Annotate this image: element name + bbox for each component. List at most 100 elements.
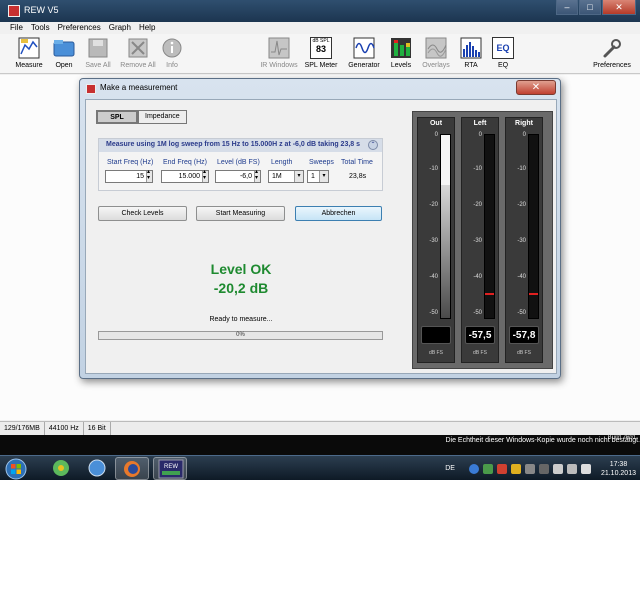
window-title: REW V5	[24, 5, 59, 15]
ir-windows-button[interactable]: IR Windows	[259, 37, 299, 69]
start-freq-field[interactable]: 15	[105, 168, 153, 183]
ready-status: Ready to measure...	[209, 316, 273, 323]
generator-button[interactable]: Generator	[344, 37, 384, 69]
measurement-progress-bar: 0%	[98, 331, 383, 340]
meter-scale: 0 -10 -20 -30 -40 -50	[517, 132, 526, 316]
tab-impedance[interactable]: Impedance	[138, 110, 187, 124]
spl-meter-button[interactable]: dB SPL 83 SPL Meter	[301, 37, 341, 69]
meter-out-readout	[421, 326, 451, 344]
network-tray-icon[interactable]	[482, 463, 493, 474]
maximize-button[interactable]: □	[579, 0, 601, 15]
meter-scale: 0 -10 -20 -30 -40 -50	[473, 132, 482, 316]
eq-icon: EQ	[492, 37, 514, 59]
chrome-tray-icon[interactable]	[468, 463, 479, 474]
rew-taskbar-icon: REW	[158, 459, 184, 479]
taskbar-icq[interactable]	[44, 457, 78, 480]
system-clock[interactable]: 17:38 21.10.2013	[601, 460, 636, 478]
end-freq-field[interactable]: 15.000	[161, 168, 209, 183]
tab-spl[interactable]: SPL	[96, 110, 138, 124]
info-icon	[161, 37, 183, 59]
start-button[interactable]	[4, 457, 32, 480]
menu-tools[interactable]: Tools	[31, 22, 50, 34]
flag-tray-icon[interactable]	[552, 463, 563, 474]
total-time-column: Total Time 23,8s	[341, 159, 373, 180]
start-freq-column: Start Freq (Hz) 15	[105, 159, 157, 183]
window-controls: – □ ✕	[556, 0, 636, 15]
sweep-summary-header: Measure using 1M log sweep from 15 Hz to…	[99, 139, 382, 152]
taskbar: REW DE 17:38 21.10.2013	[0, 455, 640, 480]
overlays-button[interactable]: Overlays	[416, 37, 456, 69]
meter-left-bar	[484, 134, 495, 319]
ir-windows-icon	[268, 37, 290, 59]
mic-tray-icon[interactable]	[524, 463, 535, 474]
meter-left: Left 0 -10 -20 -30 -40 -50 -57,5 dB FS	[461, 117, 499, 363]
toolbar: Measure Open Save All Remove All Info IR…	[0, 34, 640, 74]
menu-graph[interactable]: Graph	[109, 22, 131, 34]
end-freq-column: End Freq (Hz) 15.000	[161, 159, 213, 183]
level-meters-panel: Out 0 -10 -20 -30 -40 -50 dB FS Left 0 -…	[412, 111, 553, 369]
remove-icon	[127, 37, 149, 59]
menu-file[interactable]: File	[10, 22, 23, 34]
sweeps-select[interactable]: 1 ▾	[307, 170, 329, 183]
start-measuring-button[interactable]: Start Measuring	[196, 206, 285, 221]
meter-right: Right 0 -10 -20 -30 -40 -50 -57,8 dB FS	[505, 117, 543, 363]
dialog-close-button[interactable]: ✕	[516, 80, 556, 95]
meter-out: Out 0 -10 -20 -30 -40 -50 dB FS	[417, 117, 455, 363]
check-levels-button[interactable]: Check Levels	[98, 206, 187, 221]
chevron-up-icon[interactable]	[538, 463, 549, 474]
spinner-arrows-icon[interactable]	[146, 168, 152, 182]
display-tray-icon[interactable]	[566, 463, 577, 474]
chevron-down-icon[interactable]: ▾	[319, 171, 328, 182]
sample-rate: 44100 Hz	[45, 422, 84, 435]
eq-button[interactable]: EQ EQ	[483, 37, 523, 69]
level-status-value: -20,2 dB	[213, 280, 269, 296]
taskbar-messenger[interactable]	[80, 457, 114, 480]
level-status-text: Level OK	[210, 261, 272, 277]
meter-scale: 0 -10 -20 -30 -40 -50	[429, 132, 438, 316]
measure-button[interactable]: Measure	[9, 37, 49, 69]
level-column: Level (dB FS) -6,0	[215, 159, 267, 183]
menu-help[interactable]: Help	[139, 22, 155, 34]
volume-icon[interactable]	[580, 463, 591, 474]
cancel-button[interactable]: Abbrechen	[295, 206, 382, 221]
overlays-icon	[425, 37, 447, 59]
collapse-icon[interactable]: ⌃	[368, 140, 378, 150]
level-status: Level OK -20,2 dB	[181, 260, 301, 298]
svg-text:REW: REW	[164, 464, 178, 470]
measure-icon	[18, 37, 40, 59]
level-field[interactable]: -6,0	[215, 168, 261, 183]
messenger-icon	[88, 459, 106, 477]
menu-preferences[interactable]: Preferences	[58, 22, 101, 34]
menu-bar: File Tools Preferences Graph Help	[0, 22, 640, 34]
dialog-title: Make a measurement	[100, 83, 178, 92]
tools-tray-icon[interactable]	[496, 463, 507, 474]
chevron-down-icon[interactable]: ▾	[294, 171, 303, 182]
bit-depth: 16 Bit	[84, 422, 111, 435]
folder-open-icon	[53, 37, 75, 59]
security-tray-icon[interactable]	[510, 463, 521, 474]
sweeps-column: Sweeps 1 ▾	[307, 159, 337, 183]
info-button[interactable]: Info	[152, 37, 192, 69]
meter-out-bar	[440, 134, 451, 319]
sweep-summary: Measure using 1M log sweep from 15 Hz to…	[106, 141, 361, 148]
taskbar-firefox[interactable]	[115, 457, 149, 480]
status-bar: 129/176MB 44100 Hz 16 Bit	[0, 421, 640, 435]
save-all-button[interactable]: Save All	[78, 37, 118, 69]
windows-start-icon	[5, 458, 27, 480]
meter-right-readout: -57,8	[509, 326, 539, 344]
length-select[interactable]: 1M ▾	[268, 170, 304, 183]
rew-app-icon	[8, 5, 20, 17]
levels-icon	[390, 37, 412, 59]
length-column: Length 1M ▾	[268, 159, 304, 183]
taskbar-rew[interactable]: REW	[153, 457, 187, 480]
language-indicator[interactable]: DE	[445, 465, 455, 472]
minimize-button[interactable]: –	[556, 0, 578, 15]
meter-left-peak	[485, 293, 494, 295]
measurement-tabs: SPL Impedance	[96, 110, 187, 124]
levels-button[interactable]: Levels	[381, 37, 421, 69]
spinner-arrows-icon[interactable]	[254, 168, 260, 182]
spinner-arrows-icon[interactable]	[202, 168, 208, 182]
preferences-button[interactable]: Preferences	[589, 37, 635, 69]
meter-right-bar	[528, 134, 539, 319]
close-button[interactable]: ✕	[602, 0, 636, 15]
